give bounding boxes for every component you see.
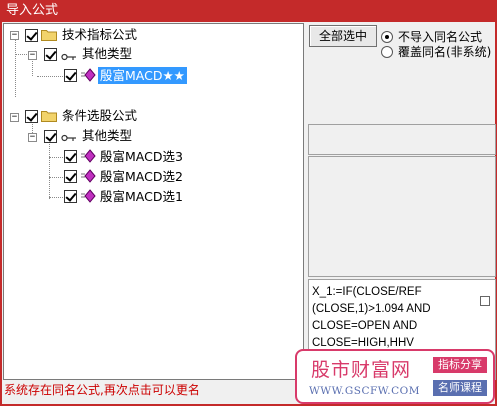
tree-label-formula-selected[interactable]: 殷富MACD★★ (98, 67, 187, 84)
tree-label-formula[interactable]: 殷富MACD选2 (98, 168, 185, 185)
checkbox-tech-indicators[interactable] (25, 29, 38, 42)
info-panel-large (308, 156, 496, 277)
formula-line: X_1:=IF(CLOSE/REF (312, 286, 422, 298)
checkbox-formula-item[interactable] (64, 69, 77, 82)
checkbox-formula-item[interactable] (64, 190, 77, 203)
checkbox-formula-item[interactable] (64, 170, 77, 183)
checkbox-formula-item[interactable] (64, 150, 77, 163)
formula-icon (81, 68, 96, 82)
watermark-title: 股市财富网 (311, 359, 412, 381)
formula-icon (81, 189, 96, 203)
tree-connector (15, 38, 16, 97)
radio-dot[interactable] (381, 45, 393, 58)
collapse-toggle[interactable]: − (10, 113, 19, 122)
tree-label-formula[interactable]: 殷富MACD选1 (98, 188, 185, 205)
preview-checkbox[interactable] (480, 296, 490, 306)
collapse-toggle[interactable]: − (28, 51, 37, 60)
checkbox-stock-selection[interactable] (25, 110, 38, 123)
tree-label-tech-indicators[interactable]: 技术指标公式 (60, 26, 139, 43)
info-panel-small (308, 124, 496, 155)
tree-label-formula[interactable]: 殷富MACD选3 (98, 148, 185, 165)
status-message: 系统存在同名公式,再次点击可以更名 (4, 383, 200, 397)
checkbox-other-type-2[interactable] (44, 130, 57, 143)
formula-icon (81, 169, 96, 183)
formula-icon (81, 149, 96, 163)
watermark-tag-course: 名师课程 (433, 380, 487, 396)
tree-connector (49, 139, 50, 199)
radio-overwrite[interactable]: 覆盖同名(非系统) (381, 43, 491, 60)
collapse-toggle[interactable]: − (10, 31, 19, 40)
watermark-banner: 股市财富网 WWW.GSCFW.COM 指标分享 名师课程 (295, 349, 495, 404)
formula-line: (CLOSE,1)>1.094 AND (312, 303, 431, 315)
watermark-tag-share: 指标分享 (433, 357, 487, 373)
formula-tree[interactable]: − 技术指标公式 − 其他类型 殷富MACD★★ − 条件选股公式 − 其他类型… (3, 23, 304, 380)
tree-connector (15, 54, 27, 55)
key-icon (61, 134, 76, 142)
tree-label-other-type-1[interactable]: 其他类型 (80, 45, 134, 62)
radio-dot[interactable] (381, 30, 393, 43)
select-all-button[interactable]: 全部选中 (309, 25, 377, 47)
folder-icon (41, 30, 57, 41)
window-client: − 技术指标公式 − 其他类型 殷富MACD★★ − 条件选股公式 − 其他类型… (2, 22, 496, 404)
watermark-url: WWW.GSCFW.COM (309, 385, 420, 397)
key-icon (61, 53, 76, 61)
tree-connector (37, 76, 67, 77)
tree-label-other-type-2[interactable]: 其他类型 (80, 127, 134, 144)
collapse-toggle[interactable]: − (28, 133, 37, 142)
window-frame: − 技术指标公式 − 其他类型 殷富MACD★★ − 条件选股公式 − 其他类型… (0, 22, 497, 406)
folder-icon (41, 111, 57, 122)
radio-overwrite-label: 覆盖同名(非系统) (398, 45, 492, 59)
tree-label-stock-selection[interactable]: 条件选股公式 (60, 107, 139, 124)
tree-connector (32, 58, 33, 76)
window-title: 导入公式 (0, 0, 497, 22)
checkbox-other-type-1[interactable] (44, 48, 57, 61)
formula-line: CLOSE=OPEN AND (312, 320, 418, 332)
